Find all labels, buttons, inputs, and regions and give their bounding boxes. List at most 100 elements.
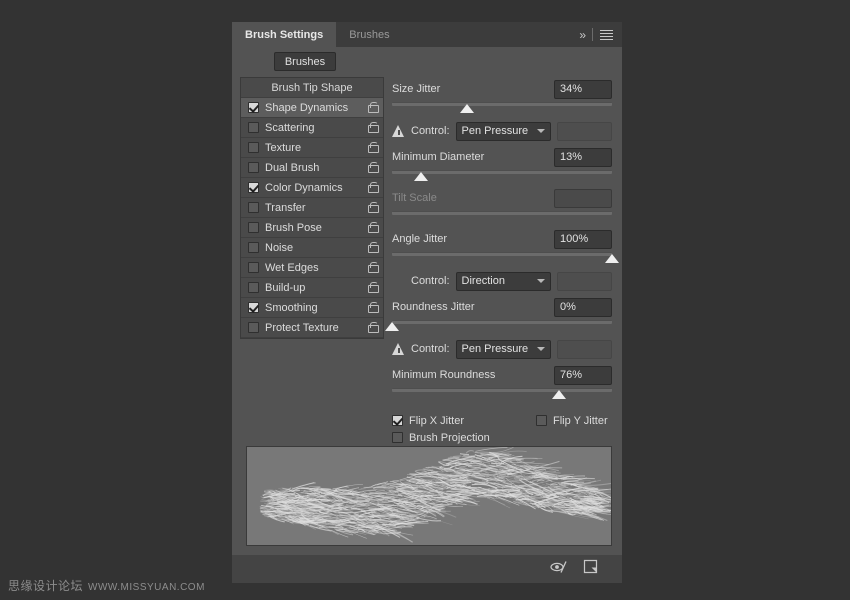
checkbox-flip-x-jitter[interactable] xyxy=(392,415,403,426)
size-jitter-value[interactable]: 34% xyxy=(554,80,612,99)
sidebar-item-transfer[interactable]: Transfer xyxy=(241,198,383,218)
lock-icon[interactable] xyxy=(368,262,377,273)
sidebar-item-label: Color Dynamics xyxy=(265,182,368,194)
tab-brushes[interactable]: Brushes xyxy=(336,22,402,47)
checkbox-dual-brush[interactable] xyxy=(248,162,259,173)
lock-icon[interactable] xyxy=(368,162,377,173)
lock-icon[interactable] xyxy=(368,202,377,213)
size-control-dropdown[interactable]: Pen Pressure xyxy=(456,122,551,141)
panel-footer xyxy=(232,555,622,583)
roundness-control-row: Control: Pen Pressure xyxy=(392,339,612,359)
slider-thumb[interactable] xyxy=(552,390,566,399)
angle-jitter-slider[interactable] xyxy=(392,250,612,264)
minimum-roundness-value[interactable]: 76% xyxy=(554,366,612,385)
sidebar-item-label: Shape Dynamics xyxy=(265,102,368,114)
size-control-value: Pen Pressure xyxy=(462,125,529,137)
brush-projection-option[interactable]: Brush Projection xyxy=(392,432,490,444)
sidebar-item-smoothing[interactable]: Smoothing xyxy=(241,298,383,318)
chevron-double-right-icon[interactable]: » xyxy=(579,29,585,41)
lock-icon[interactable] xyxy=(368,182,377,193)
lock-icon[interactable] xyxy=(368,282,377,293)
angle-jitter-value[interactable]: 100% xyxy=(554,230,612,249)
minimum-diameter-label: Minimum Diameter xyxy=(392,151,484,163)
tilt-scale-label: Tilt Scale xyxy=(392,192,437,204)
flip-x-jitter-option[interactable]: Flip X Jitter xyxy=(392,415,464,427)
sidebar-item-shape-dynamics[interactable]: Shape Dynamics xyxy=(241,98,383,118)
checkbox-shape-dynamics[interactable] xyxy=(248,102,259,113)
brush-stroke-preview xyxy=(246,446,612,546)
roundness-jitter-value[interactable]: 0% xyxy=(554,298,612,317)
minimum-diameter-row: Minimum Diameter 13% xyxy=(392,147,612,167)
lock-icon[interactable] xyxy=(368,142,377,153)
sidebar-item-brush-tip-shape[interactable]: Brush Tip Shape xyxy=(241,78,383,98)
hamburger-menu-icon[interactable] xyxy=(600,30,613,40)
sidebar-item-protect-texture[interactable]: Protect Texture xyxy=(241,318,383,338)
size-control-aux-field[interactable] xyxy=(557,122,612,141)
slider-thumb[interactable] xyxy=(605,254,619,263)
lock-icon[interactable] xyxy=(368,222,377,233)
checkbox-wet-edges[interactable] xyxy=(248,262,259,273)
panel-columns: Brush Tip Shape Shape Dynamics Scatterin… xyxy=(232,77,622,446)
new-brush-page-icon[interactable] xyxy=(583,559,598,579)
sidebar-item-label: Noise xyxy=(265,242,368,254)
brushes-button-row: Brushes xyxy=(232,47,622,77)
lock-icon[interactable] xyxy=(368,302,377,313)
watermark-url: WWW.MISSYUAN.COM xyxy=(88,582,205,593)
checkbox-noise[interactable] xyxy=(248,242,259,253)
minimum-diameter-slider[interactable] xyxy=(392,168,612,182)
slider-track xyxy=(392,320,612,324)
brush-projection-row: Brush Projection xyxy=(392,429,612,446)
chevron-down-icon xyxy=(537,129,545,133)
size-jitter-label: Size Jitter xyxy=(392,83,440,95)
roundness-control-value: Pen Pressure xyxy=(462,343,529,355)
checkbox-color-dynamics[interactable] xyxy=(248,182,259,193)
tab-brush-settings[interactable]: Brush Settings xyxy=(232,22,336,47)
checkbox-transfer[interactable] xyxy=(248,202,259,213)
sidebar-item-label: Protect Texture xyxy=(265,322,368,334)
sidebar-item-color-dynamics[interactable]: Color Dynamics xyxy=(241,178,383,198)
slider-thumb[interactable] xyxy=(385,322,399,331)
sidebar-item-noise[interactable]: Noise xyxy=(241,238,383,258)
lock-icon[interactable] xyxy=(368,102,377,113)
roundness-control-dropdown[interactable]: Pen Pressure xyxy=(456,340,551,359)
minimum-roundness-slider[interactable] xyxy=(392,386,612,400)
lock-icon[interactable] xyxy=(368,322,377,333)
sidebar-item-scattering[interactable]: Scattering xyxy=(241,118,383,138)
slider-track xyxy=(392,102,612,106)
checkbox-flip-y-jitter[interactable] xyxy=(536,415,547,426)
checkbox-texture[interactable] xyxy=(248,142,259,153)
angle-control-dropdown[interactable]: Direction xyxy=(456,272,551,291)
eye-slash-icon[interactable] xyxy=(550,560,567,579)
slider-thumb[interactable] xyxy=(414,172,428,181)
checkbox-brush-pose[interactable] xyxy=(248,222,259,233)
tab-bar-spacer xyxy=(403,22,580,47)
lock-icon[interactable] xyxy=(368,122,377,133)
tilt-scale-row: Tilt Scale xyxy=(392,188,612,208)
lock-icon[interactable] xyxy=(368,242,377,253)
checkbox-build-up[interactable] xyxy=(248,282,259,293)
checkbox-scattering[interactable] xyxy=(248,122,259,133)
checkbox-protect-texture[interactable] xyxy=(248,322,259,333)
sidebar-item-brush-pose[interactable]: Brush Pose xyxy=(241,218,383,238)
checkbox-smoothing[interactable] xyxy=(248,302,259,313)
tab-brushes-label: Brushes xyxy=(349,29,389,41)
flip-y-jitter-option[interactable]: Flip Y Jitter xyxy=(536,415,608,427)
roundness-jitter-slider[interactable] xyxy=(392,318,612,332)
sidebar-item-label: Build-up xyxy=(265,282,368,294)
minimum-diameter-value[interactable]: 13% xyxy=(554,148,612,167)
warning-triangle-icon xyxy=(392,343,405,355)
sidebar-item-wet-edges[interactable]: Wet Edges xyxy=(241,258,383,278)
brushes-button[interactable]: Brushes xyxy=(274,52,336,71)
size-jitter-slider[interactable] xyxy=(392,100,612,114)
roundness-control-aux-field[interactable] xyxy=(557,340,612,359)
angle-jitter-label: Angle Jitter xyxy=(392,233,447,245)
sidebar-item-label: Smoothing xyxy=(265,302,368,314)
angle-control-row: Control: Direction xyxy=(392,271,612,291)
sidebar-item-dual-brush[interactable]: Dual Brush xyxy=(241,158,383,178)
sidebar-item-build-up[interactable]: Build-up xyxy=(241,278,383,298)
sidebar-item-texture[interactable]: Texture xyxy=(241,138,383,158)
slider-thumb[interactable] xyxy=(460,104,474,113)
angle-control-aux-field[interactable] xyxy=(557,272,612,291)
checkbox-brush-projection[interactable] xyxy=(392,432,403,443)
flip-flags-group: Flip X Jitter Flip Y Jitter Brush Projec… xyxy=(392,412,612,446)
